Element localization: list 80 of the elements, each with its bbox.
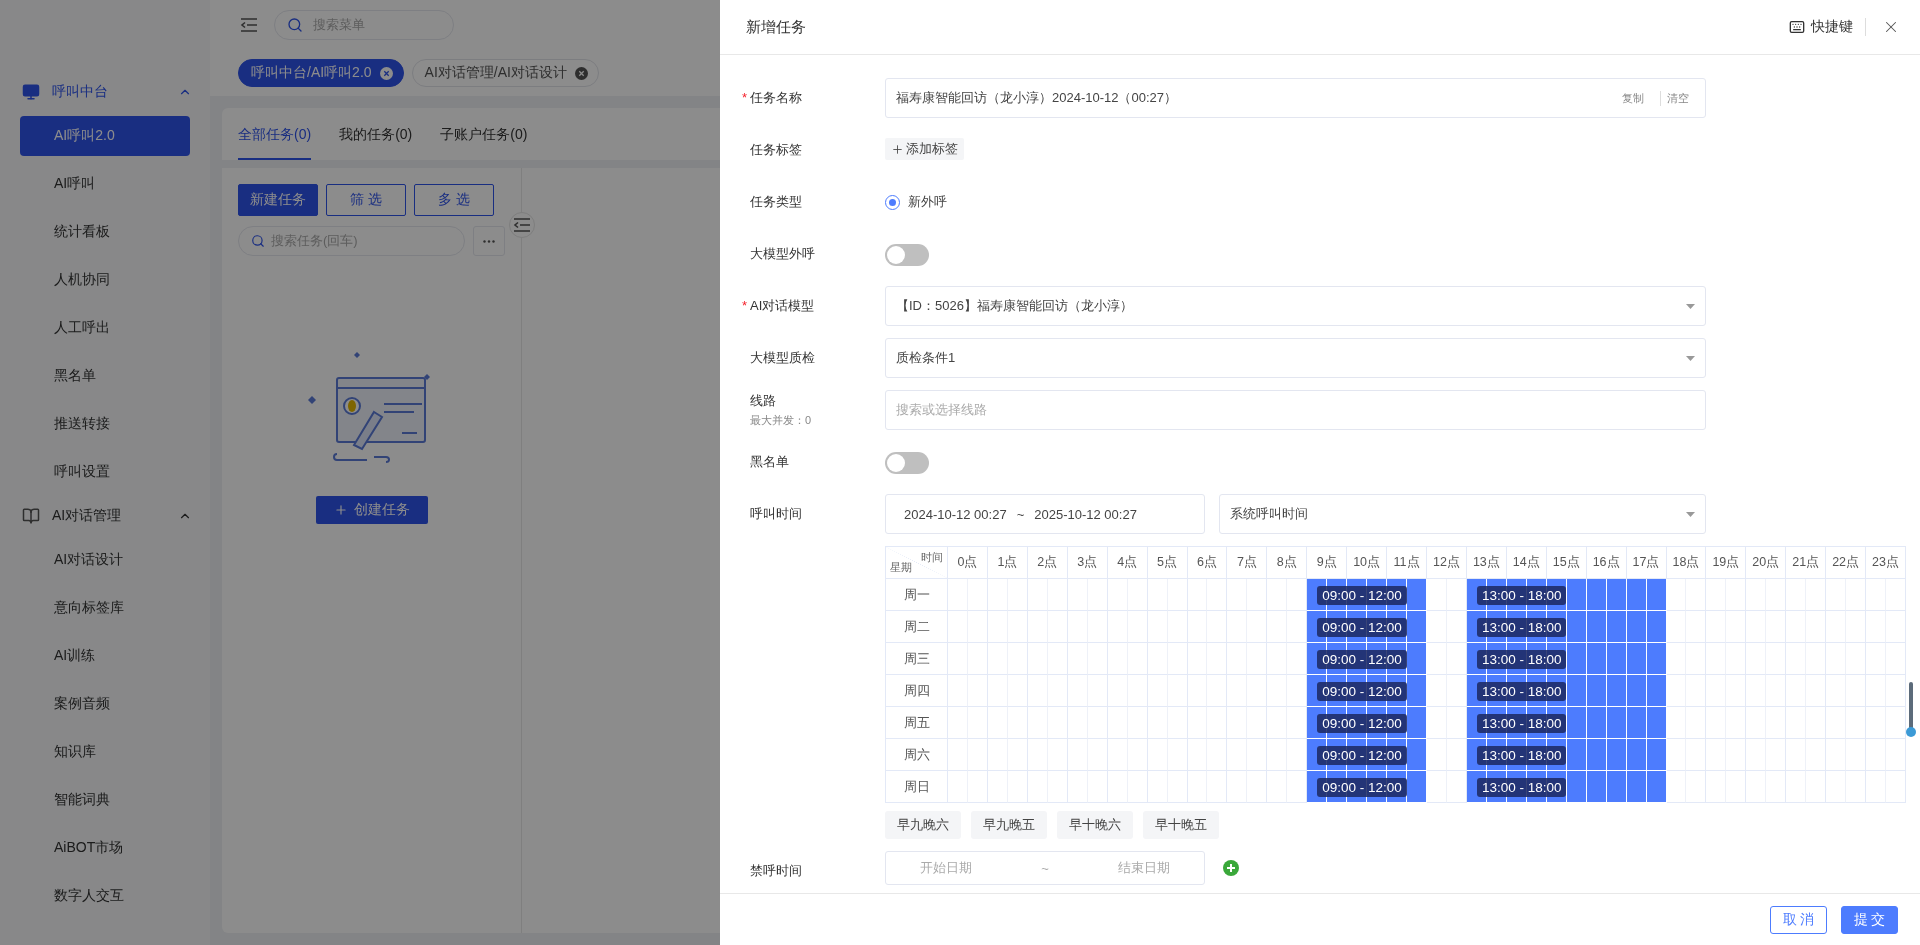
radio-label: 新外呼 — [908, 193, 947, 211]
select-field[interactable]: 系统呼叫时间 — [1219, 494, 1706, 534]
scroll-handle[interactable] — [1906, 682, 1916, 738]
field-label: 线路 — [750, 392, 777, 410]
monitor-icon — [22, 83, 40, 101]
sidebar-item[interactable]: 意向标签库 — [20, 588, 190, 628]
select-field[interactable]: 【ID：5026】福寿康智能回访（龙小淳） — [885, 286, 1706, 326]
task-tab[interactable]: 全部任务(0) — [238, 126, 312, 160]
sidebar-item[interactable]: 人机协同 — [20, 260, 190, 300]
close-icon[interactable] — [379, 66, 393, 80]
page-tab[interactable]: 呼叫中台/AI呼叫2.0 — [238, 59, 404, 87]
create-task-button[interactable]: 创建任务 — [315, 496, 428, 524]
book-icon — [22, 507, 40, 525]
sidebar-item[interactable]: 推送转接 — [20, 404, 190, 444]
field-label: 任务名称 — [750, 89, 803, 107]
field-label: 任务类型 — [750, 193, 803, 211]
sidebar-group[interactable]: 呼叫中台 — [0, 72, 210, 112]
field-hint: 最大并发：0 — [750, 413, 813, 428]
column-header: 时间 — [921, 550, 943, 565]
sidebar-item[interactable]: AI呼叫2.0 — [20, 116, 190, 156]
plus-icon — [891, 142, 904, 156]
preset-button[interactable]: 早九晚五 — [971, 811, 1047, 839]
sidebar-item[interactable]: AI呼叫 — [20, 164, 190, 204]
select-field[interactable]: 质检条件1 — [885, 338, 1706, 378]
search-icon — [287, 17, 303, 33]
caret-icon — [1686, 511, 1695, 517]
field-label: 大模型外呼 — [750, 245, 816, 263]
preset-button[interactable]: 早十晚五 — [1143, 811, 1219, 839]
field-label: AI对话模型 — [750, 297, 816, 315]
sidebar-item[interactable]: AI训练 — [20, 636, 190, 676]
keyboard-icon — [1789, 19, 1805, 35]
shortcut-button[interactable]: 快捷键 — [1777, 18, 1866, 36]
cancel-button[interactable]: 取 消 — [1770, 905, 1827, 934]
field-action-link[interactable]: 复制 — [1616, 90, 1650, 106]
page-tab[interactable]: AI对话管理/AI对话设计 — [411, 59, 599, 87]
field-label: 黑名单 — [750, 453, 790, 471]
sidebar-item[interactable]: 智能词典 — [20, 780, 190, 820]
filter-button[interactable]: 多 选 — [414, 184, 494, 216]
add-tag-button[interactable]: 添加标签 — [885, 138, 964, 160]
preset-button[interactable]: 早十晚六 — [1057, 811, 1133, 839]
task-tab[interactable]: 我的任务(0) — [339, 126, 413, 160]
sidebar-item[interactable]: 人工呼出 — [20, 308, 190, 348]
required-mark: * — [742, 90, 748, 105]
more-button[interactable] — [473, 226, 505, 256]
sidebar-item[interactable]: 黑名单 — [20, 356, 190, 396]
preset-button[interactable]: 早九晚六 — [885, 811, 961, 839]
sidebar-item[interactable]: 统计看板 — [20, 212, 190, 252]
drawer-title: 新增任务 — [746, 17, 807, 37]
field-label: 禁呼时间 — [750, 862, 803, 880]
field-label: 大模型质检 — [750, 349, 816, 367]
sidebar-group[interactable]: AI对话管理 — [0, 496, 210, 536]
ellipsis-icon — [483, 239, 495, 243]
caret-icon — [1686, 355, 1695, 361]
task-name-field[interactable]: 福寿康智能回访（龙小淳）2024-10-12（00:27） 复制 清空 — [885, 78, 1706, 118]
new-task-button[interactable]: 新建任务 — [238, 184, 318, 216]
add-icon[interactable] — [1223, 860, 1239, 876]
row-header: 星期 — [890, 560, 912, 575]
toggle-switch[interactable] — [885, 244, 929, 266]
menu-icon[interactable] — [513, 218, 531, 232]
field-action-link[interactable]: 清空 — [1660, 90, 1695, 106]
date-range-field[interactable]: 2024-10-12 00:27 ~ 2025-10-12 00:27 — [885, 494, 1205, 534]
field-label: 呼叫时间 — [750, 505, 803, 523]
required-mark: * — [742, 298, 748, 313]
collapse-button[interactable] — [509, 212, 535, 238]
sidebar-item[interactable]: 知识库 — [20, 732, 190, 772]
filter-button[interactable]: 筛 选 — [326, 184, 406, 216]
caret-icon — [1686, 303, 1695, 309]
plus-icon — [333, 503, 348, 517]
sidebar-item[interactable]: 数字人交互 — [20, 876, 190, 916]
field-label: 任务标签 — [750, 141, 803, 159]
sidebar-item[interactable]: AiBOT市场 — [20, 828, 190, 868]
submit-button[interactable]: 提 交 — [1841, 905, 1898, 934]
sidebar-item[interactable]: AI对话设计 — [20, 540, 190, 580]
task-tab[interactable]: 子账户任务(0) — [440, 126, 528, 160]
search-icon — [251, 234, 265, 248]
toggle-switch[interactable] — [885, 452, 929, 474]
sidebar-item[interactable]: 呼叫设置 — [20, 452, 190, 492]
close-icon[interactable] — [574, 66, 588, 80]
sidebar-item[interactable]: 案例音频 — [20, 684, 190, 724]
menu-icon[interactable] — [240, 18, 258, 32]
